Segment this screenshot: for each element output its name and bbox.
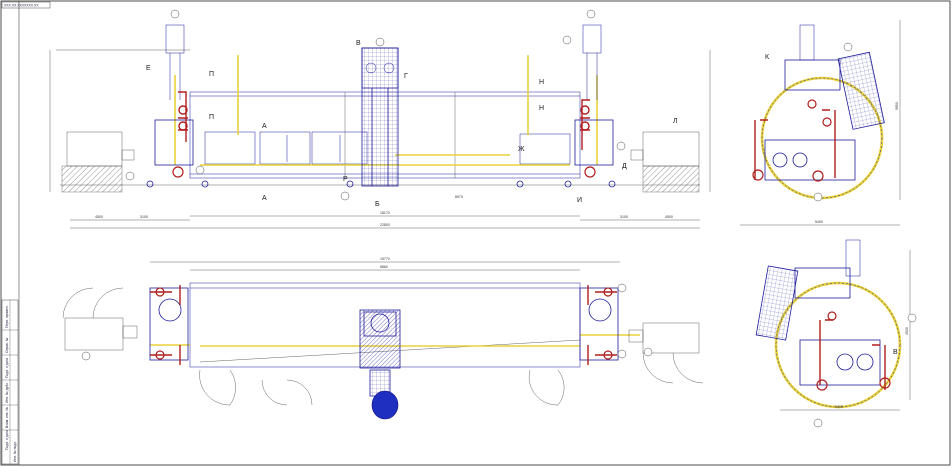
dim-top-total: 22800 [380, 223, 390, 227]
side-stamp-text-4: Инв. № дубл. [5, 382, 9, 403]
callout-N1: Н [539, 79, 544, 86]
center-column-plan [359, 309, 401, 369]
callout-K: К [765, 54, 770, 61]
sheet-frame [0, 0, 951, 466]
side-stamp-text-2: Справ. № [5, 337, 9, 353]
blue-tank [371, 390, 399, 420]
dim-side2-w: 5400 [835, 405, 843, 409]
dim-plan-inner: 8860 [380, 265, 388, 269]
callout-L: Л [673, 118, 678, 125]
callout-N2: Н [539, 105, 544, 112]
burner-left [154, 91, 194, 178]
callout-P2: П [209, 114, 214, 121]
ground-block-left [61, 165, 123, 193]
plan-view: 15770 8860 [62, 257, 704, 420]
callout-ZH: Ж [518, 146, 525, 153]
dim-plan-total: 15770 [380, 257, 390, 261]
side-stamp-text-7: Инв. № подл. [13, 441, 17, 462]
callout-V: В [356, 40, 361, 47]
title-stamp-text: ХХХ.ХХ.ХХХХХХХ.ХХ [4, 4, 39, 8]
callout-G: Г [404, 73, 408, 80]
callout-E: Е [146, 65, 151, 72]
side-view-top: 5400 9850 К [740, 20, 901, 226]
side-stamp: Перв. примен. Справ. № Подп. и дата Инв.… [1, 299, 19, 465]
burner-right [574, 99, 614, 178]
technical-drawing-sheet: ХХХ.ХХ.ХХХХХХХ.ХХ Перв. примен. Справ. №… [0, 0, 951, 466]
callout-D: Д [622, 163, 627, 170]
front-elevation-view: 22800 18170 4500 3100 3100 4500 8970 Е П… [49, 9, 711, 229]
dim-side2-h: 4500 [905, 327, 909, 335]
callout-P1: П [209, 71, 214, 78]
dim-side-w: 5400 [815, 220, 823, 224]
dim-top-left: 4500 [95, 215, 103, 219]
dim-top-span: 18170 [380, 211, 390, 215]
dim-side-h: 9850 [895, 102, 899, 110]
ground-block-right [642, 165, 700, 193]
dim-top-right2: 4500 [665, 215, 673, 219]
title-stamp: ХХХ.ХХ.ХХХХХХХ.ХХ [1, 1, 51, 9]
side-stamp-text-5: Взам. инв. № [5, 407, 9, 428]
dim-top-right: 3100 [620, 215, 628, 219]
callout-R: Р [343, 176, 348, 183]
callout-A1: А [262, 123, 267, 130]
ladder-tower [361, 47, 399, 187]
side-stamp-text-3: Подп. и дата [5, 358, 9, 378]
dim-top-mid: 8970 [455, 195, 463, 199]
callout-B: Б [375, 201, 380, 208]
callout-A2: А [262, 195, 267, 202]
side-view-bottom: 5400 4500 В [755, 239, 917, 428]
side-stamp-text-1: Перв. примен. [5, 305, 9, 328]
callout-V2: В [893, 349, 898, 356]
callout-I: И [577, 197, 582, 204]
side-stamp-text-6: Подп. и дата [5, 430, 9, 450]
dim-top-left2: 3100 [140, 215, 148, 219]
